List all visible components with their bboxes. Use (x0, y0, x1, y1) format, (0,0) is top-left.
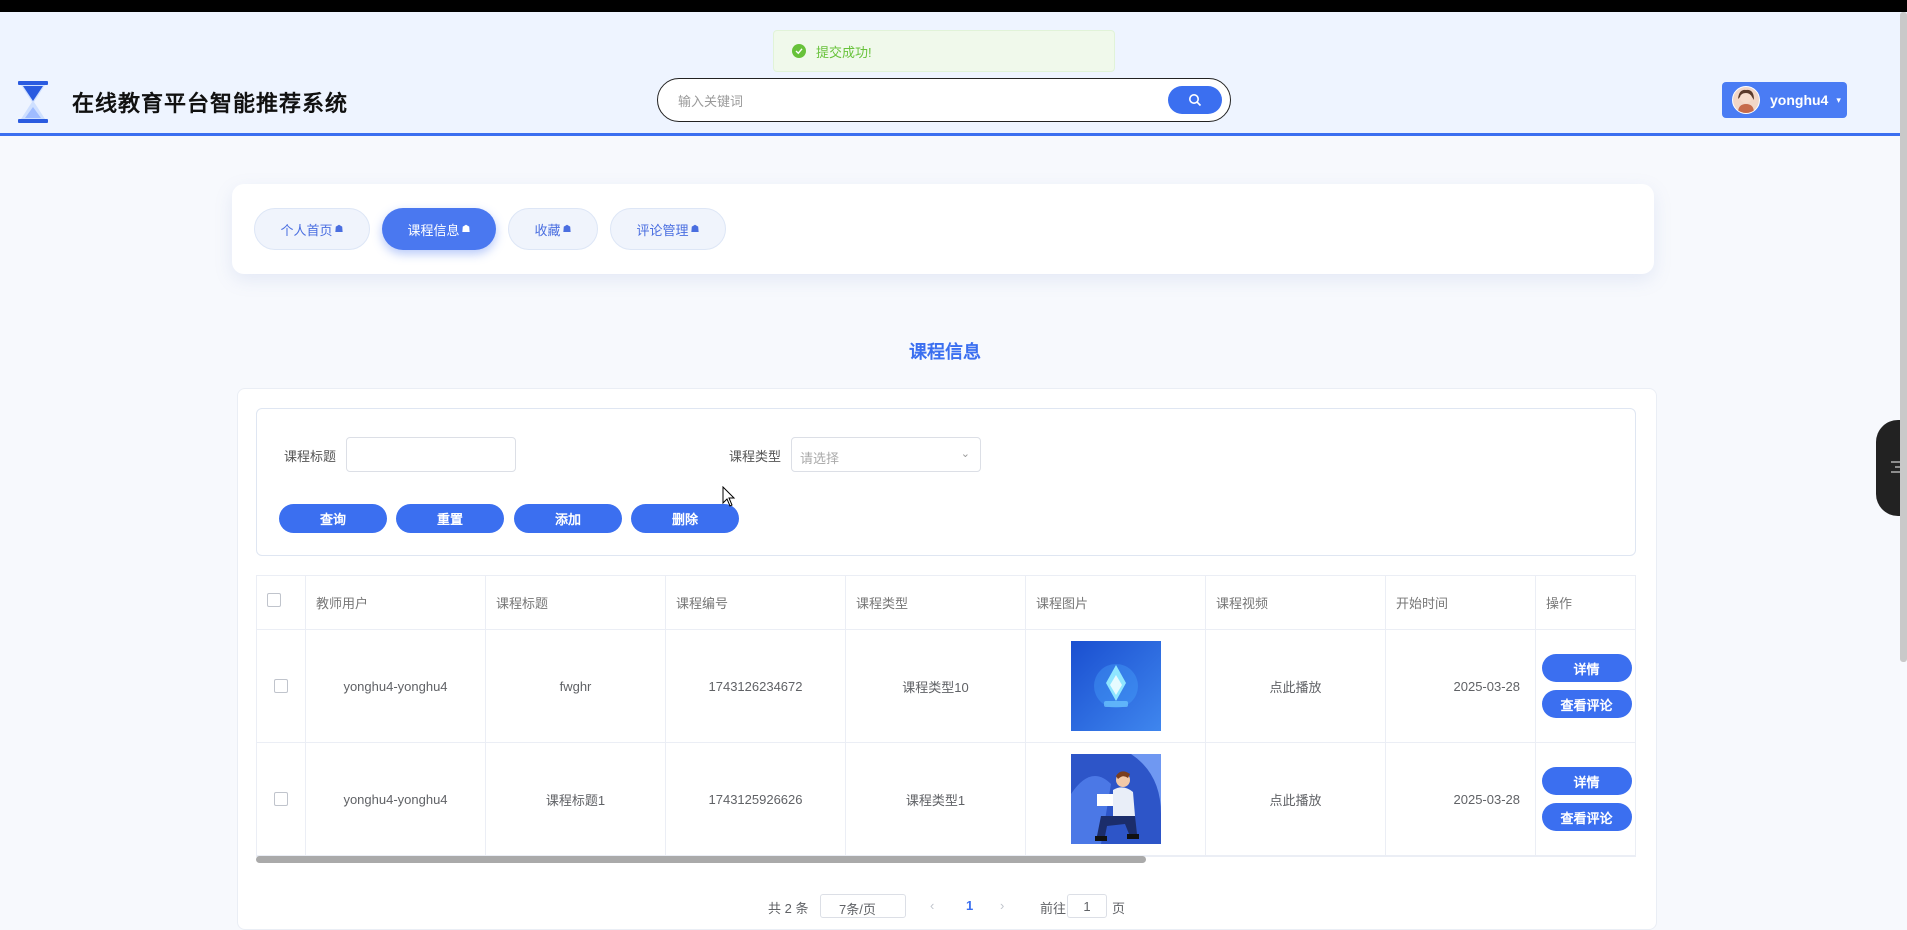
site-title: 在线教育平台智能推荐系统 (72, 91, 349, 116)
column-header: 课程视频 (1206, 576, 1386, 630)
column-header: 课程标题 (486, 576, 666, 630)
search-input[interactable] (676, 89, 1120, 113)
number-cell: 1743126234672 (666, 630, 846, 743)
home-icon: ☗ (690, 223, 700, 235)
top-strip (0, 0, 1907, 12)
pagination-total: 共 2 条 (768, 901, 809, 916)
course-type-placeholder: 请选择 (800, 451, 840, 466)
column-header: 课程图片 (1026, 576, 1206, 630)
type-cell: 课程类型10 (846, 630, 1026, 743)
tab-label: 课程信息 (407, 222, 460, 238)
course-table: 教师用户 课程标题 课程编号 课程类型 课程图片 课程视频 开始时间 操作 yo… (256, 575, 1636, 857)
row-checkbox[interactable] (274, 792, 288, 806)
search-icon (1189, 94, 1202, 107)
actions-cell: 详情 查看评论 (1536, 630, 1635, 743)
check-circle-icon (792, 44, 806, 58)
number-cell: 1743125926626 (666, 743, 846, 856)
start-time-cell: 2025-03-28 (1386, 630, 1536, 743)
avatar (1732, 86, 1760, 114)
image-cell (1026, 630, 1206, 743)
course-type-select[interactable]: 请选择 ⌄ (791, 437, 981, 472)
nav-tabs-card: 个人首页 ☗ 课程信息 ☗ 收藏 ☗ 评论管理 ☗ (232, 184, 1654, 274)
column-header: 课程编号 (666, 576, 846, 630)
tab-course-info[interactable]: 课程信息 ☗ (382, 208, 496, 250)
search-bar (657, 78, 1231, 122)
image-cell (1026, 743, 1206, 856)
course-title-label: 课程标题 (284, 449, 337, 464)
hourglass-logo-icon[interactable] (15, 80, 51, 124)
table-row (257, 630, 306, 743)
tab-personal-home[interactable]: 个人首页 ☗ (254, 208, 370, 250)
course-image[interactable] (1070, 641, 1161, 731)
home-icon: ☗ (461, 223, 471, 235)
page-size-select[interactable]: 7条/页 (820, 894, 906, 918)
column-header: 教师用户 (306, 576, 486, 630)
table-horizontal-scrollbar[interactable] (256, 856, 1146, 863)
column-header: 开始时间 (1386, 576, 1536, 630)
reset-button[interactable]: 重置 (396, 504, 504, 533)
tab-label: 评论管理 (636, 222, 689, 238)
tab-label: 收藏 (534, 222, 561, 238)
table-row (257, 743, 306, 856)
page-number-current[interactable]: 1 (966, 898, 973, 913)
filter-panel: 课程标题 课程类型 请选择 ⌄ (256, 408, 1636, 556)
tab-label: 个人首页 (280, 222, 333, 238)
prev-page-icon[interactable]: ‹ (930, 898, 934, 913)
course-type-label: 课程类型 (729, 449, 782, 464)
title-cell: fwghr (486, 630, 666, 743)
tab-comment-management[interactable]: 评论管理 ☗ (610, 208, 726, 250)
user-menu-button[interactable]: yonghu4 ▾ (1722, 82, 1847, 118)
page-size-value: 7条/页 (839, 902, 876, 917)
goto-label: 前往 (1040, 901, 1067, 916)
view-comments-button[interactable]: 查看评论 (1541, 803, 1632, 831)
delete-button[interactable]: 删除 (631, 504, 739, 533)
next-page-icon[interactable]: › (1000, 898, 1004, 913)
tab-favorites[interactable]: 收藏 ☗ (508, 208, 598, 250)
course-title-input[interactable] (346, 437, 516, 472)
username: yonghu4 (1770, 92, 1829, 108)
success-toast: 提交成功! (773, 30, 1115, 72)
detail-button[interactable]: 详情 (1541, 767, 1632, 795)
actions-cell: 详情 查看评论 (1536, 743, 1635, 856)
video-link[interactable]: 点此播放 (1206, 630, 1386, 743)
row-checkbox[interactable] (274, 679, 288, 693)
goto-page-input[interactable]: 1 (1067, 894, 1107, 918)
start-time-cell: 2025-03-28 (1386, 743, 1536, 856)
goto-page-value: 1 (1083, 899, 1091, 914)
column-header: 课程类型 (846, 576, 1026, 630)
select-all-cell (257, 576, 306, 630)
search-button[interactable] (1168, 86, 1222, 114)
course-image[interactable] (1070, 754, 1161, 844)
home-icon: ☗ (334, 223, 344, 235)
chevron-down-icon: ▾ (1836, 94, 1841, 105)
home-icon: ☗ (562, 223, 572, 235)
mouse-cursor-icon (722, 486, 736, 507)
teacher-cell: yonghu4-yonghu4 (306, 630, 486, 743)
column-header: 操作 (1536, 576, 1635, 630)
page-title: 课程信息 (909, 342, 981, 362)
page-suffix: 页 (1112, 901, 1126, 916)
detail-button[interactable]: 详情 (1541, 654, 1632, 682)
select-all-checkbox[interactable] (267, 593, 281, 607)
view-comments-button[interactable]: 查看评论 (1541, 690, 1632, 718)
page-vertical-scrollbar[interactable] (1900, 12, 1907, 662)
query-button[interactable]: 查询 (279, 504, 387, 533)
toast-message: 提交成功! (816, 44, 872, 60)
title-cell: 课程标题1 (486, 743, 666, 856)
type-cell: 课程类型1 (846, 743, 1026, 856)
video-link[interactable]: 点此播放 (1206, 743, 1386, 856)
add-button[interactable]: 添加 (514, 504, 622, 533)
teacher-cell: yonghu4-yonghu4 (306, 743, 486, 856)
chevron-down-icon: ⌄ (960, 448, 970, 460)
